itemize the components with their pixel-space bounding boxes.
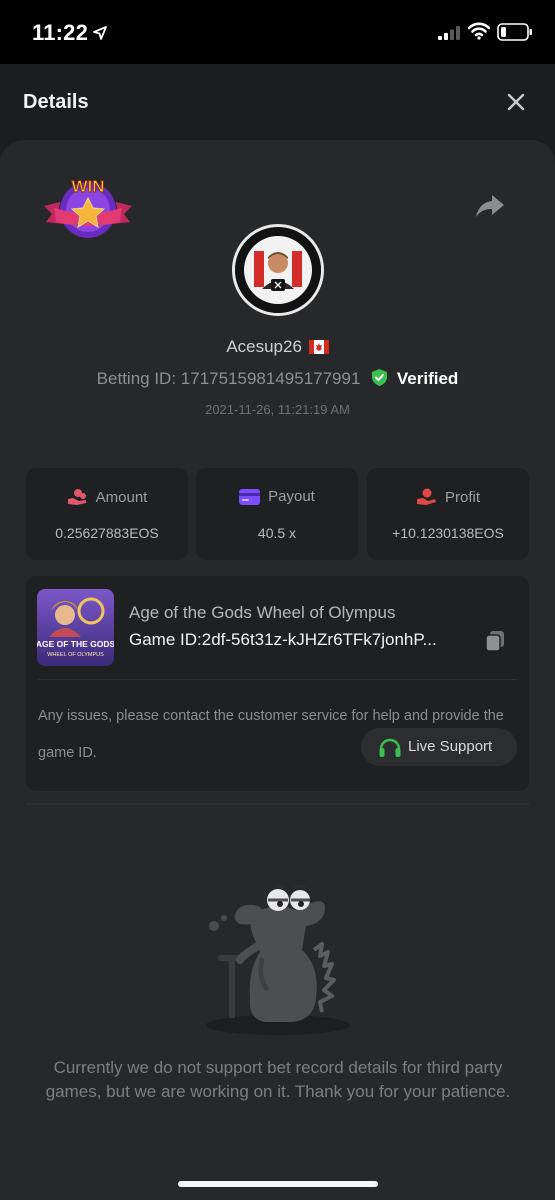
canada-flag-icon xyxy=(308,340,329,354)
game-id: Game ID:2df-56t31z-kJHZr6TFk7jonhP... xyxy=(129,630,479,650)
crocodile-illustration-icon xyxy=(206,884,350,1035)
person-hand-icon xyxy=(416,488,436,505)
card-icon xyxy=(239,489,261,505)
win-badge-icon: WIN xyxy=(44,177,132,238)
avatar-image xyxy=(235,227,321,313)
payout-value: 40.5 x xyxy=(257,525,297,541)
wifi-icon xyxy=(468,22,490,40)
game-name: Age of the Gods Wheel of Olympus xyxy=(129,603,396,622)
header: Details xyxy=(0,64,555,140)
betting-id-row: Betting ID: 1717515981495177991 Verified xyxy=(0,368,555,389)
verified-label: Verified xyxy=(396,369,459,388)
thumb-subtitle: WHEEL OF OLYMPUS xyxy=(47,652,104,658)
game-id-value: 2df-56t31z-kJHZr6TFk7jonhP... xyxy=(201,630,437,649)
live-support-label: Live Support xyxy=(408,738,493,755)
amount-label: Amount xyxy=(95,489,148,506)
payout-label: Payout xyxy=(268,488,315,505)
share-icon[interactable] xyxy=(475,193,505,219)
headset-icon xyxy=(379,738,401,757)
status-bar: 11:22 xyxy=(0,0,555,64)
profit-card: Profit +10.1230138EOS xyxy=(367,468,529,560)
game-id-label: Game ID: xyxy=(129,630,202,649)
username: Acesup26 xyxy=(226,337,302,356)
game-thumbnail[interactable]: AGE OF THE GODS WHEEL OF OLYMPUS xyxy=(37,589,114,666)
card-divider xyxy=(38,679,517,680)
battery-icon xyxy=(497,23,532,41)
avatar xyxy=(232,224,324,316)
bet-timestamp: 2021-11-26, 11:21:19 AM xyxy=(205,402,350,417)
copy-icon[interactable] xyxy=(484,630,506,652)
cellular-signal-icon xyxy=(438,26,460,40)
payout-card: Payout 40.5 x xyxy=(196,468,358,560)
verified-shield-icon xyxy=(372,369,388,386)
profit-label: Profit xyxy=(444,489,480,506)
home-indicator[interactable] xyxy=(178,1181,378,1187)
location-arrow-icon xyxy=(93,26,107,40)
live-support-button[interactable]: Live Support xyxy=(361,728,517,766)
close-icon[interactable] xyxy=(504,90,528,114)
thumb-title: AGE OF THE GODS xyxy=(37,639,114,649)
win-badge-text: WIN xyxy=(71,177,104,196)
username-row: Acesup26 xyxy=(0,337,555,357)
betting-id-value: 1717515981495177991 xyxy=(180,369,361,388)
amount-value: 0.25627883EOS xyxy=(55,525,159,541)
status-time: 11:22 xyxy=(32,20,89,45)
betting-id-label: Betting ID: xyxy=(96,369,177,388)
profit-value: +10.1230138EOS xyxy=(392,525,504,541)
section-divider xyxy=(26,803,529,805)
amount-card: Amount 0.25627883EOS xyxy=(26,468,188,560)
empty-state-message: Currently we do not support bet record d… xyxy=(45,1058,511,1101)
page-title: Details xyxy=(23,91,89,113)
coins-hand-icon xyxy=(67,489,86,505)
